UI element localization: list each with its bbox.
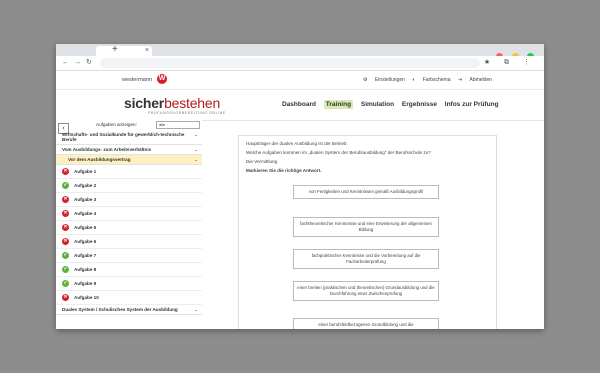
task-item[interactable]: ✓ Aufgabe 2: [56, 179, 202, 193]
main-navigation: Dashboard Training Simulation Ergebnisse…: [282, 100, 505, 109]
task-label: Aufgabe 6: [74, 239, 97, 244]
section-label: Vor dem Ausbildungsvertrag: [68, 157, 131, 162]
cross-icon: ✕: [62, 196, 69, 203]
cross-icon: ✕: [62, 294, 69, 301]
task-item[interactable]: ✕ Aufgabe 4: [56, 207, 202, 221]
task-label: Aufgabe 9: [74, 281, 97, 286]
task-item[interactable]: ✕ Aufgabe 1: [56, 165, 202, 179]
new-tab-button[interactable]: +: [112, 44, 118, 56]
filter-select[interactable]: alle: [156, 121, 200, 129]
section-label: Vom Ausbildungs- zum Arbeitsverhältnis: [62, 147, 152, 152]
browser-tab[interactable]: ×: [96, 46, 152, 56]
question-line-1: Hauptträger der dualen Ausbildung ist de…: [246, 141, 348, 146]
site-tagline: PRÜFUNGSVORBEREITUNG ONLINE: [148, 111, 226, 115]
task-label: Aufgabe 10: [74, 295, 99, 300]
answer-option-4[interactable]: einer breiten (praktischen und theoretis…: [293, 281, 439, 301]
logout-label: Abmelden: [469, 77, 492, 83]
settings-label: Einstellungen: [374, 77, 405, 83]
task-label: Aufgabe 1: [74, 169, 97, 174]
section-vor-dem-ausbildungsvertrag[interactable]: Vor dem Ausbildungsvertrag ⌄: [56, 155, 202, 165]
nav-ergebnisse[interactable]: Ergebnisse: [402, 101, 437, 108]
chevron-down-icon: ⌄: [194, 307, 198, 312]
logout-link[interactable]: ⇥ Abmelden: [458, 77, 492, 83]
chevron-down-icon: ⌄: [194, 132, 198, 137]
tab-bar: × +: [56, 44, 544, 60]
logo-part-sicher: sicher: [124, 95, 165, 111]
question-line-2: Welche Aufgaben kommen im „dualen System…: [246, 150, 431, 155]
color-scheme-link[interactable]: ◐ Farbschema: [412, 77, 450, 83]
address-bar-row: ← → ↻ ★ ⧉ ⋮: [56, 56, 544, 71]
check-icon: ✓: [62, 280, 69, 287]
section-duales-system[interactable]: Duales System / Schulisches System der A…: [56, 305, 202, 315]
section-label: Duales System / Schulisches System der A…: [62, 307, 178, 312]
check-icon: ✓: [62, 182, 69, 189]
task-filter: ‹ Aufgaben anzeigen: alle: [56, 120, 202, 134]
cross-icon: ✕: [62, 224, 69, 231]
browser-window: × + ← → ↻ ★ ⧉ ⋮ westermann W ⚙ Einstellu…: [56, 44, 544, 329]
instruction: Markieren Sie die richtige Antwort.: [246, 168, 322, 173]
account-links: ⚙ Einstellungen ◐ Farbschema ⇥ Abmelden: [357, 77, 492, 83]
answer-option-1[interactable]: von Fertigkeiten und Kenntnissen gemäß A…: [293, 185, 439, 199]
task-item[interactable]: ✓ Aufgabe 7: [56, 249, 202, 263]
section-ausbildung-arbeitsverhaeltnis[interactable]: Vom Ausbildungs- zum Arbeitsverhältnis ⌄: [56, 145, 202, 155]
question-line-3: Die Vermittlung: [246, 159, 278, 164]
check-icon: ✓: [62, 266, 69, 273]
site-logo[interactable]: sicherbestehen: [124, 95, 220, 111]
task-label: Aufgabe 3: [74, 197, 97, 202]
color-scheme-label: Farbschema: [422, 77, 451, 83]
nav-simulation[interactable]: Simulation: [361, 101, 394, 108]
task-label: Aufgabe 8: [74, 267, 97, 272]
answer-option-3[interactable]: fachpraktischer Kenntnisse und die Vorbe…: [293, 249, 439, 269]
task-item[interactable]: ✕ Aufgabe 3: [56, 193, 202, 207]
check-icon: ✓: [62, 252, 69, 259]
filter-label: Aufgaben anzeigen:: [96, 122, 137, 127]
logo-part-bestehen: bestehen: [164, 95, 221, 111]
settings-link[interactable]: ⚙ Einstellungen: [363, 77, 405, 83]
question-panel: Hauptträger der dualen Ausbildung ist de…: [238, 135, 497, 329]
nav-dashboard[interactable]: Dashboard: [282, 101, 316, 108]
back-icon[interactable]: ←: [62, 58, 69, 68]
task-item[interactable]: ✕ Aufgabe 5: [56, 221, 202, 235]
cross-icon: ✕: [62, 168, 69, 175]
account-bar: westermann W ⚙ Einstellungen ◐ Farbschem…: [56, 71, 544, 90]
task-item[interactable]: ✕ Aufgabe 6: [56, 235, 202, 249]
chevron-down-icon: ⌄: [194, 157, 198, 162]
nav-training[interactable]: Training: [323, 100, 354, 109]
address-input[interactable]: [100, 58, 480, 68]
close-tab-icon[interactable]: ×: [145, 46, 149, 56]
section-wirtschafts-sozialkunde[interactable]: Wirtschafts- und Sozialkunde für gewerbl…: [56, 130, 202, 145]
chevron-down-icon: ⌄: [194, 147, 198, 152]
task-label: Aufgabe 4: [74, 211, 97, 216]
answer-option-5[interactable]: einer berufsfeldbezogenen Grundbildung u…: [293, 318, 439, 329]
cross-icon: ✕: [62, 210, 69, 217]
nav-infos[interactable]: Infos zur Prüfung: [445, 101, 499, 108]
task-sidebar: ‹ Aufgaben anzeigen: alle Wirtschafts- u…: [56, 120, 202, 329]
task-item[interactable]: ✕ Aufgabe 10: [56, 291, 202, 305]
site-header: sicherbestehen PRÜFUNGSVORBEREITUNG ONLI…: [56, 90, 544, 121]
forward-icon[interactable]: →: [74, 58, 81, 68]
cross-icon: ✕: [62, 238, 69, 245]
task-label: Aufgabe 5: [74, 225, 97, 230]
task-label: Aufgabe 2: [74, 183, 97, 188]
task-list: ✕ Aufgabe 1 ✓ Aufgabe 2 ✕ Aufgabe 3 ✕ Aufgabe 4…: [56, 165, 202, 305]
browser-toolbar-icons[interactable]: ★ ⧉ ⋮: [484, 58, 536, 68]
task-item[interactable]: ✓ Aufgabe 8: [56, 263, 202, 277]
task-item[interactable]: ✓ Aufgabe 9: [56, 277, 202, 291]
reload-icon[interactable]: ↻: [86, 58, 92, 68]
westermann-logo-icon: W: [157, 74, 167, 84]
publisher-name: westermann: [122, 77, 152, 83]
section-label: Wirtschafts- und Sozialkunde für gewerbl…: [62, 132, 185, 142]
answer-option-2[interactable]: fachtheoretischer Kenntnisse und eine Er…: [293, 217, 439, 237]
task-label: Aufgabe 7: [74, 253, 97, 258]
